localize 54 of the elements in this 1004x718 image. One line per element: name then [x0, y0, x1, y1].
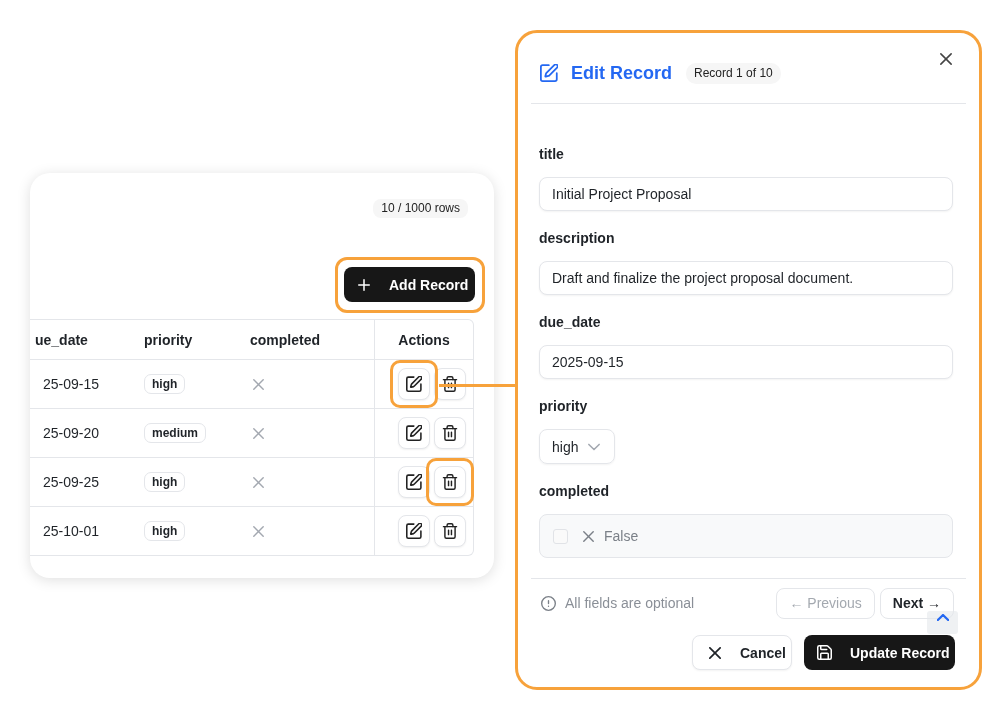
hint-text: All fields are optional [565, 595, 695, 611]
row-count-badge: 10 / 1000 rows [373, 199, 468, 218]
dialog-title: Edit Record [571, 62, 672, 84]
table-cell: 25-10-01 [43, 523, 100, 539]
field-label: description [539, 229, 615, 248]
scroll-top-button[interactable] [927, 611, 958, 634]
priority-tag: medium [144, 423, 206, 443]
text-input[interactable]: Initial Project Proposal [539, 177, 953, 211]
close-icon [709, 646, 721, 659]
record-badge: Record 1 of 10 [686, 62, 781, 84]
priority-select[interactable]: high [539, 429, 615, 464]
field-label: due_date [539, 313, 601, 332]
edit-button[interactable] [398, 515, 430, 547]
trash-icon [442, 523, 458, 539]
update-record-button[interactable]: Update Record [804, 635, 955, 670]
column-header: completed [250, 330, 321, 350]
cancel-button[interactable]: Cancel [692, 635, 792, 670]
delete-button[interactable] [434, 417, 466, 449]
column-header: ue_date [34, 330, 89, 350]
delete-button[interactable] [434, 466, 466, 498]
checkbox-value: False [604, 528, 639, 544]
add-record-button[interactable]: Add Record [344, 267, 475, 302]
pencil-square-icon [406, 523, 422, 539]
field-label: completed [539, 482, 609, 501]
table-cell: 25-09-25 [43, 474, 100, 490]
checkbox[interactable] [553, 528, 568, 544]
priority-tag: high [144, 521, 186, 541]
chevron-up-icon [936, 614, 949, 621]
field-label: title [539, 145, 564, 164]
trash-icon [442, 474, 458, 490]
edit-button[interactable] [398, 368, 430, 400]
field-label: priority [539, 397, 588, 416]
pencil-square-icon [406, 425, 422, 441]
pencil-square-icon [540, 64, 558, 82]
save-icon [817, 645, 832, 660]
delete-button[interactable] [434, 515, 466, 547]
text-input[interactable]: 2025-09-15 [539, 345, 953, 379]
pencil-square-icon [406, 376, 422, 392]
cross-icon [583, 530, 594, 542]
close-button[interactable] [940, 53, 952, 65]
plus-icon [358, 278, 370, 291]
edit-button[interactable] [398, 417, 430, 449]
pencil-square-icon [406, 474, 422, 490]
info-icon [541, 595, 556, 611]
column-header: Actions [374, 320, 473, 359]
column-header: priority [144, 330, 194, 350]
priority-tag: high [144, 472, 186, 492]
close-icon [940, 53, 952, 65]
priority-tag: high [144, 374, 186, 394]
text-input[interactable]: Draft and finalize the project proposal document. [539, 261, 953, 295]
table-cell: 25-09-20 [43, 425, 100, 441]
next-button[interactable]: Next → [879, 587, 954, 619]
table-cell: 25-09-15 [43, 376, 100, 392]
trash-icon [442, 425, 458, 441]
